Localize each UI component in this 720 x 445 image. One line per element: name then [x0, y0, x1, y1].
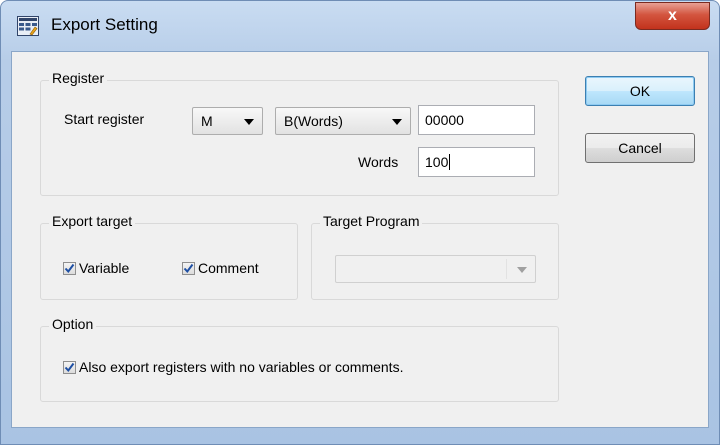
option-group: Option Also export registers with no var…: [40, 316, 559, 402]
export-target-title: Export target: [49, 213, 136, 229]
words-input[interactable]: 100: [418, 147, 535, 177]
also-export-label: Also export registers with no variables …: [79, 359, 404, 375]
title-bar[interactable]: Export Setting x: [1, 1, 719, 51]
target-program-group: Target Program: [311, 213, 559, 300]
chevron-down-icon: [392, 119, 402, 125]
window-title: Export Setting: [51, 15, 158, 34]
unit-select-value: B(Words): [284, 113, 343, 129]
words-label: Words: [358, 154, 399, 170]
target-program-select[interactable]: [335, 255, 536, 283]
comment-checkbox[interactable]: Comment: [182, 260, 259, 276]
comment-label: Comment: [198, 260, 259, 276]
checkmark-icon: [182, 261, 195, 275]
export-setting-window: Export Setting x Register Start register…: [0, 0, 720, 445]
start-register-label: Start register: [64, 111, 145, 127]
chevron-down-icon: [517, 267, 527, 273]
close-icon: x: [668, 7, 677, 24]
close-button[interactable]: x: [635, 2, 710, 30]
dialog-body: Register Start register M B(Words) 00000…: [11, 51, 709, 428]
words-value: 100: [425, 154, 449, 170]
register-group: Register Start register M B(Words) 00000…: [40, 70, 559, 196]
grid-app-icon: [17, 16, 39, 36]
also-export-checkbox[interactable]: Also export registers with no variables …: [63, 359, 403, 375]
cancel-button[interactable]: Cancel: [585, 133, 695, 163]
checkmark-icon: [63, 360, 76, 374]
chevron-down-icon: [244, 119, 254, 125]
export-target-group: Export target Variable Comment: [40, 213, 298, 300]
register-group-title: Register: [49, 70, 108, 86]
option-title: Option: [49, 316, 97, 332]
device-select[interactable]: M: [192, 107, 263, 135]
variable-label: Variable: [79, 260, 130, 276]
target-program-title: Target Program: [320, 213, 423, 229]
combo-separator: [506, 259, 507, 279]
device-select-value: M: [201, 113, 213, 129]
ok-button[interactable]: OK: [585, 76, 695, 106]
variable-checkbox[interactable]: Variable: [63, 260, 129, 276]
unit-select[interactable]: B(Words): [275, 107, 411, 135]
checkmark-icon: [63, 261, 76, 275]
start-address-value: 00000: [425, 112, 464, 128]
text-caret: [449, 154, 451, 170]
start-address-input[interactable]: 00000: [418, 105, 535, 135]
